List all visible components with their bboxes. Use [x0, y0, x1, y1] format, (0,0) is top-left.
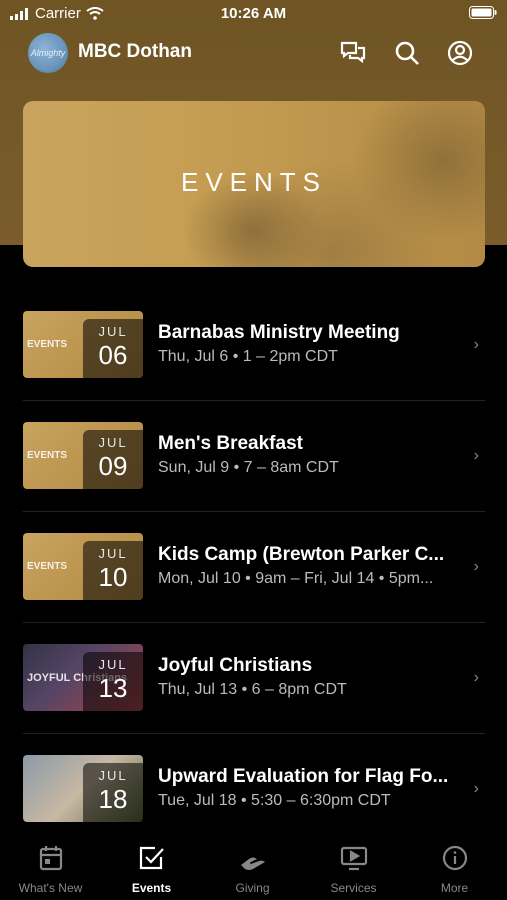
- date-badge: JUL 06: [83, 319, 143, 378]
- date-month: JUL: [98, 324, 128, 339]
- date-month: JUL: [98, 435, 128, 450]
- event-thumbnail: EVENTS JUL 06: [23, 311, 143, 378]
- tab-bar: What's New Events Giving Services More: [0, 835, 507, 900]
- event-row[interactable]: EVENTS JUL 10 Kids Camp (Brewton Parker …: [23, 512, 485, 623]
- chevron-right-icon: ›: [473, 558, 479, 575]
- info-icon: [404, 835, 505, 871]
- date-day: 10: [98, 562, 128, 592]
- chevron-right-icon: ›: [473, 336, 479, 353]
- events-banner: EVENTS: [23, 101, 485, 267]
- thumbnail-label: EVENTS: [27, 561, 68, 572]
- status-time: 10:26 AM: [220, 5, 287, 22]
- event-title: Joyful Christians: [158, 655, 313, 676]
- date-day: 18: [98, 784, 128, 814]
- tab-label: What's New: [18, 881, 83, 895]
- date-day: 06: [98, 340, 128, 370]
- tab-whats-new[interactable]: What's New: [0, 835, 101, 900]
- tab-events[interactable]: Events: [101, 835, 202, 900]
- battery-icon: [469, 6, 497, 24]
- tab-services[interactable]: Services: [303, 835, 404, 900]
- chevron-right-icon: ›: [473, 447, 479, 464]
- event-thumbnail: JUL 18: [23, 755, 143, 822]
- date-month: JUL: [98, 546, 128, 561]
- tv-play-icon: [303, 835, 404, 871]
- tab-label: Services: [330, 881, 377, 895]
- tab-giving[interactable]: Giving: [202, 835, 303, 900]
- event-time: Tue, Jul 18 • 5:30 – 6:30pm CDT: [158, 792, 391, 809]
- tab-more[interactable]: More: [404, 835, 505, 900]
- tab-label: Events: [131, 881, 172, 895]
- checkbox-icon: [101, 835, 202, 871]
- event-time: Thu, Jul 13 • 6 – 8pm CDT: [158, 681, 347, 698]
- app-header: Almighty MBC Dothan: [0, 30, 507, 76]
- event-title: Kids Camp (Brewton Parker C...: [158, 544, 445, 565]
- event-row[interactable]: EVENTS JUL 06 Barnabas Ministry Meeting …: [23, 290, 485, 401]
- event-list: EVENTS JUL 06 Barnabas Ministry Meeting …: [23, 290, 485, 845]
- event-row[interactable]: JUL 18 Upward Evaluation for Flag Fo... …: [23, 734, 485, 845]
- search-icon[interactable]: [393, 39, 421, 67]
- event-thumbnail: EVENTS JUL 10: [23, 533, 143, 600]
- date-badge: JUL 09: [83, 430, 143, 489]
- date-day: 13: [98, 673, 128, 703]
- tab-label: Giving: [235, 881, 270, 895]
- app-title: MBC Dothan: [78, 41, 192, 62]
- thumbnail-label: EVENTS: [27, 339, 68, 350]
- date-badge: JUL 18: [83, 763, 143, 822]
- avatar-logo-text: Almighty: [30, 48, 66, 58]
- chevron-right-icon: ›: [473, 780, 479, 797]
- event-title: Men's Breakfast: [158, 433, 303, 454]
- event-thumbnail: EVENTS JUL 09: [23, 422, 143, 489]
- date-month: JUL: [98, 657, 128, 672]
- event-row[interactable]: EVENTS JUL 09 Men's Breakfast Sun, Jul 9…: [23, 401, 485, 512]
- event-title: Upward Evaluation for Flag Fo...: [158, 766, 449, 787]
- event-time: Thu, Jul 6 • 1 – 2pm CDT: [158, 348, 338, 365]
- church-logo-avatar[interactable]: Almighty: [28, 33, 68, 73]
- event-time: Mon, Jul 10 • 9am – Fri, Jul 14 • 5pm...: [158, 570, 434, 587]
- event-thumbnail: JOYFUL Christians JUL 13: [23, 644, 143, 711]
- date-month: JUL: [98, 768, 128, 783]
- date-badge: JUL 13: [83, 652, 143, 711]
- banner-title: EVENTS: [180, 167, 328, 197]
- profile-icon[interactable]: [446, 39, 474, 67]
- status-bar: Carrier 10:26 AM: [0, 0, 507, 30]
- chat-icon[interactable]: [339, 39, 367, 67]
- calendar-icon: [0, 835, 101, 871]
- event-time: Sun, Jul 9 • 7 – 8am CDT: [158, 459, 339, 476]
- date-day: 09: [98, 451, 128, 481]
- date-badge: JUL 10: [83, 541, 143, 600]
- thumbnail-label: EVENTS: [27, 450, 68, 461]
- event-title: Barnabas Ministry Meeting: [158, 322, 400, 343]
- tab-label: More: [440, 881, 469, 895]
- giving-icon: [202, 835, 303, 871]
- event-row[interactable]: JOYFUL Christians JUL 13 Joyful Christia…: [23, 623, 485, 734]
- chevron-right-icon: ›: [473, 669, 479, 686]
